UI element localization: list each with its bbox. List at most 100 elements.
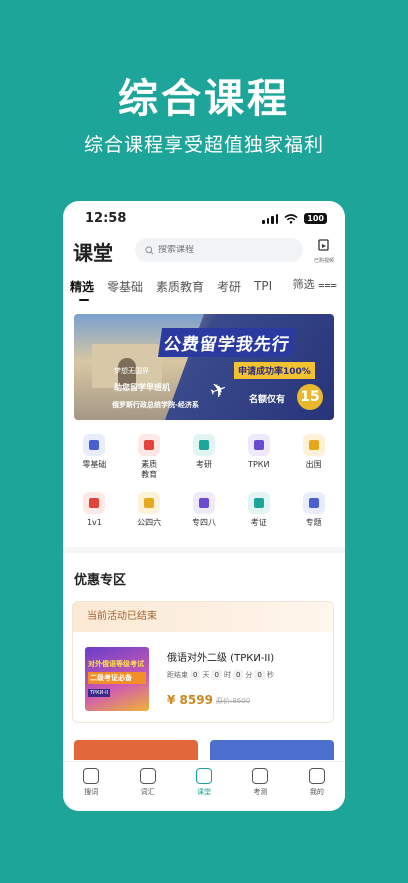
bought-videos-label: 已购视频 — [313, 258, 334, 264]
banner-tag: 梦想无国界 — [114, 367, 149, 375]
course-price: ¥ 8599 — [167, 693, 213, 707]
search-bar[interactable] — [135, 238, 303, 262]
search-icon — [145, 245, 154, 254]
banner-success-rate: 申请成功率100% — [234, 362, 315, 379]
divider — [63, 547, 345, 553]
tab-trki[interactable]: TPI — [254, 279, 272, 293]
section-title: 优惠专区 — [74, 573, 127, 588]
status-time: 12:58 — [85, 211, 127, 226]
category-icon — [83, 434, 106, 456]
status-bar: 12:58 100 — [63, 209, 345, 229]
nav-label: 考测 — [253, 788, 268, 796]
category-label: ТРКИ — [248, 460, 270, 469]
countdown-label: 距结束 — [167, 671, 188, 679]
deal-status: 当前活动已结束 — [73, 602, 333, 632]
airplane-icon: ✈ — [206, 375, 231, 405]
category-label: 素质 教育 — [141, 460, 158, 479]
category-item[interactable]: 公四六 — [122, 490, 177, 548]
nav-label: 词汇 — [140, 788, 155, 796]
nav-search-word[interactable]: 搜词 — [63, 762, 119, 811]
countdown-unit: 秒 — [266, 671, 274, 679]
nav-label: 课堂 — [197, 788, 212, 796]
category-label: 考研 — [195, 460, 212, 469]
bottom-nav: 搜词 词汇 课堂 考测 我的 — [63, 761, 345, 811]
course-original-price: 原价:8600 — [216, 697, 251, 705]
wifi-icon — [284, 213, 298, 224]
category-icon — [138, 434, 161, 456]
signal-icon — [262, 213, 279, 224]
banner-quota-label: 名额仅有 — [249, 395, 286, 405]
page-title: 课堂 — [73, 241, 113, 265]
countdown-unit: 时 — [223, 671, 231, 679]
category-label: 1v1 — [86, 518, 102, 527]
category-icon — [192, 434, 215, 456]
category-label: 公四六 — [137, 518, 162, 527]
course-thumbnail: 对外俄语等级考试 二级考证必备 ТРКИ-II — [85, 647, 149, 711]
search-word-icon — [83, 768, 100, 784]
filter-button[interactable]: 筛选 ⩶ — [286, 276, 337, 292]
nav-vocabulary[interactable]: 词汇 — [119, 762, 175, 811]
countdown-unit: 分 — [245, 671, 253, 679]
category-item[interactable]: 零基础 — [67, 432, 122, 490]
category-item[interactable]: 出国 — [286, 432, 341, 490]
nav-label: 我的 — [309, 788, 324, 796]
category-label: 专四八 — [191, 518, 216, 527]
tab-postgraduate[interactable]: 考研 — [217, 278, 241, 295]
category-item[interactable]: 考证 — [231, 490, 286, 548]
tab-quality-education[interactable]: 素质教育 — [156, 278, 204, 295]
header: 课堂 已购视频 — [63, 237, 345, 269]
mine-icon — [308, 768, 325, 784]
category-item[interactable]: 专题 — [286, 490, 341, 548]
countdown-days: 0 — [190, 670, 201, 680]
tab-zero-basics[interactable]: 零基础 — [107, 278, 143, 295]
search-input[interactable] — [158, 245, 288, 255]
nav-mine[interactable]: 我的 — [289, 762, 345, 811]
course-title: 俄语对外二级 (ТРКИ-II) — [167, 653, 275, 664]
nav-test[interactable]: 考测 — [232, 762, 288, 811]
category-item[interactable]: ТРКИ — [231, 432, 286, 490]
category-icon — [138, 492, 161, 514]
bought-videos-icon — [318, 239, 329, 251]
countdown-unit: 天 — [202, 671, 210, 679]
bought-videos-button[interactable]: 已购视频 — [309, 237, 339, 264]
category-label: 零基础 — [82, 460, 107, 469]
category-icon — [192, 492, 215, 514]
category-icon — [83, 492, 106, 514]
category-label: 出国 — [305, 460, 322, 469]
tab-featured[interactable]: 精选 — [70, 278, 94, 301]
promo-title: 综合课程 — [118, 76, 290, 122]
filter-label: 筛选 — [292, 278, 315, 291]
category-label: 专题 — [305, 518, 322, 527]
course-card-peek[interactable] — [210, 740, 334, 760]
deal-card[interactable]: 当前活动已结束 对外俄语等级考试 二级考证必备 ТРКИ-II 俄语对外二级 (… — [72, 601, 334, 723]
filter-icon: ⩶ — [318, 278, 337, 291]
countdown-hours: 0 — [211, 670, 222, 680]
category-row: 零基础 素质 教育 考研 ТРКИ 出国 — [67, 432, 341, 490]
category-item[interactable]: 考研 — [177, 432, 232, 490]
nav-classroom[interactable]: 课堂 — [176, 762, 232, 811]
course-card-peek[interactable] — [74, 740, 198, 760]
classroom-icon — [196, 768, 213, 784]
thumb-text: ТРКИ-II — [88, 689, 111, 697]
thumb-text: 二级考证必备 — [88, 672, 146, 684]
countdown: 距结束 0 天 0 时 0 分 0 秒 — [167, 670, 274, 680]
category-item[interactable]: 专四八 — [177, 490, 232, 548]
banner-tag: 助您留学早班机 — [114, 383, 170, 392]
promo-banner[interactable]: 公费留学我先行 梦想无国界 助您留学早班机 俄罗斯行政总统学院-经济系 ✈ 申请… — [74, 314, 334, 420]
phone-screen: 12:58 100 课堂 已购视频 — [63, 201, 345, 811]
test-icon — [252, 768, 269, 784]
promo-subtitle: 综合课程享受超值独家福利 — [83, 134, 324, 156]
category-row: 1v1 公四六 专四八 考证 专题 — [67, 490, 341, 548]
countdown-seconds: 0 — [254, 670, 265, 680]
category-icon — [302, 434, 325, 456]
banner-school: 俄罗斯行政总统学院-经济系 — [112, 401, 199, 409]
vocabulary-icon — [139, 768, 156, 784]
banner-title: 公费留学我先行 — [157, 328, 297, 357]
nav-label: 搜词 — [84, 788, 99, 796]
thumb-text: 对外俄语等级考试 — [88, 660, 144, 668]
category-item[interactable]: 素质 教育 — [122, 432, 177, 490]
category-grid: 零基础 素质 教育 考研 ТРКИ 出国 1v1 公四六 专四八 考证 专题 — [67, 432, 341, 548]
category-icon — [302, 492, 325, 514]
countdown-minutes: 0 — [232, 670, 244, 680]
category-item[interactable]: 1v1 — [67, 490, 122, 548]
